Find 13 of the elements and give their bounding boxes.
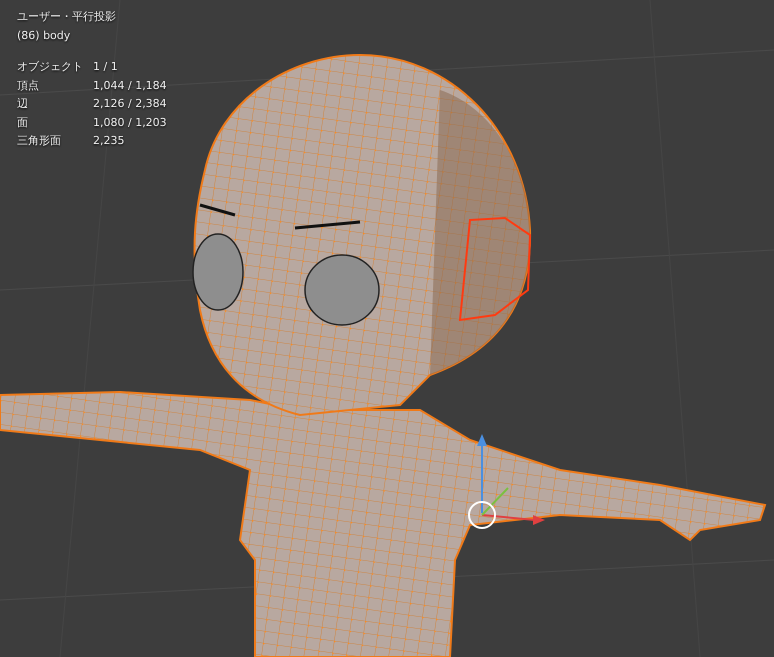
stat-value: 1 / 1	[93, 59, 119, 74]
view-name: ユーザー・平行投影	[17, 9, 117, 24]
transform-gizmo-drawing[interactable]	[468, 434, 545, 529]
object-name: (86) body	[17, 28, 72, 43]
stat-label: 面	[17, 114, 29, 130]
stat-label: 三角形面	[17, 133, 62, 148]
stat-value: 1,044 / 1,184	[93, 78, 167, 92]
stat-label: 頂点	[17, 78, 40, 92]
stat-label: 辺	[17, 96, 29, 111]
stat-value: 2,126 / 2,384	[93, 96, 167, 111]
stat-value: 1,080 / 1,203	[93, 114, 167, 130]
stat-value: 2,235	[93, 133, 126, 148]
stat-label: オブジェクト	[17, 59, 84, 74]
